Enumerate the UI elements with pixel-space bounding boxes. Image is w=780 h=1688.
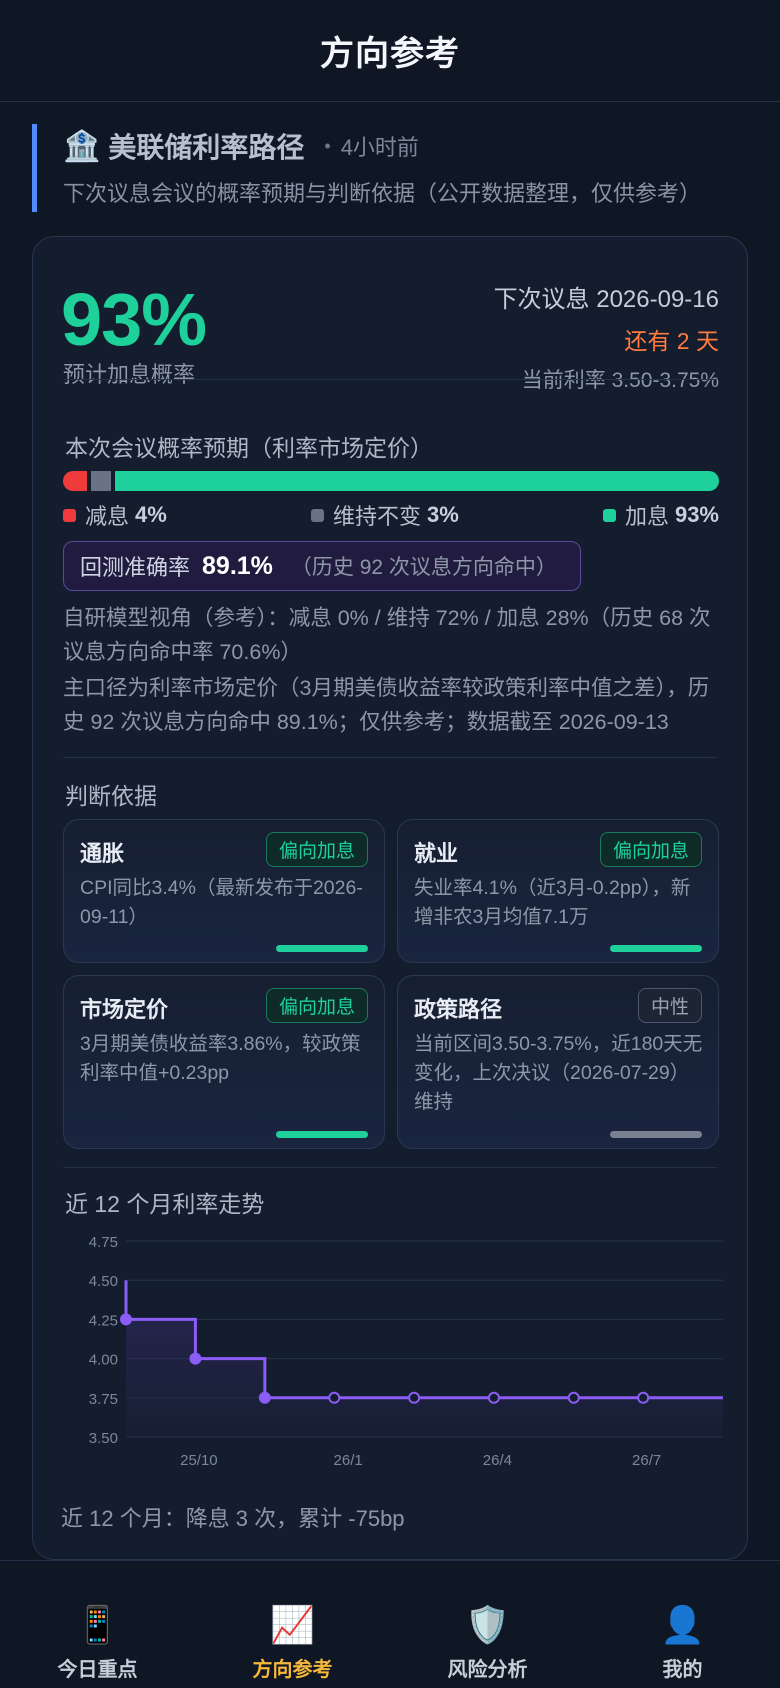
rate-trend-chart: 4.75 4.50 4.25 4.00 3.75 3.50 25/10 26/1 26/4 26… [89, 1234, 723, 1469]
accuracy-value: 89.1% [202, 551, 273, 580]
chart-x-ticks: 25/10 26/1 26/4 26/7 [180, 1452, 661, 1469]
trend-summary: 近 12 个月：降息 3 次，累计 -75bp [61, 1506, 405, 1531]
update-time: 4小时前 [340, 135, 419, 160]
legend-hike-label: 加息 [624, 504, 669, 529]
meeting-countdown: 还有 2 天 [624, 328, 719, 354]
basis-strength-bar [610, 1131, 702, 1138]
probability-title: 本次会议概率预期（利率市场定价） [65, 435, 433, 461]
nav-label: 风险分析 [447, 1659, 528, 1681]
basis-card-title: 就业 [414, 841, 459, 866]
legend-hold: 维持不变 3% [310, 499, 459, 531]
nav-item-profile[interactable]: 👤 我的 [585, 1561, 780, 1688]
hike-segment [115, 471, 719, 491]
basis-card-text: CPI同比3.4%（最新发布于2026-09-11） [80, 877, 363, 928]
basis-tag: 偏向加息 [599, 832, 702, 867]
basis-card-text: 当前区间3.50-3.75%，近180天无变化，上次决议（2026-07-29）… [414, 1033, 703, 1113]
nav-item-direction[interactable]: 📈 方向参考 [195, 1561, 390, 1688]
meeting-info: 下次议息 2026-09-16 还有 2 天 当前利率 3.50-3.75% [494, 279, 719, 394]
data-point [258, 1391, 271, 1404]
divider [63, 1167, 717, 1168]
basis-card-title: 市场定价 [80, 997, 169, 1022]
legend-cut-value: 4% [135, 502, 167, 527]
basis-strength-bar [276, 945, 368, 952]
nav-label: 我的 [662, 1659, 703, 1681]
separator-dot: • [324, 135, 331, 156]
legend-hike: 加息 93% [602, 499, 719, 531]
accuracy-note: （历史 92 次议息方向命中） [290, 556, 557, 579]
cut-swatch [63, 508, 76, 522]
page-title: 方向参考 [320, 35, 460, 73]
basis-card-employment[interactable]: 就业 偏向加息 失业率4.1%（近3月-0.2pp），新增非农3月均值7.1万 [397, 819, 719, 963]
section-title: 美联储利率路径 [108, 132, 305, 163]
accuracy-label: 回测准确率 [80, 555, 191, 580]
method-note: 主口径为利率市场定价（3月期美债收益率较政策利率中值之差），历史 92 次议息方… [63, 676, 710, 734]
basis-card-market-pricing[interactable]: 市场定价 偏向加息 3月期美债收益率3.86%，较政策利率中值+0.23pp [63, 975, 385, 1149]
data-point [637, 1391, 650, 1404]
data-point [328, 1391, 341, 1404]
next-meeting-date: 下次议息 2026-09-16 [493, 286, 719, 313]
hold-swatch [310, 508, 324, 522]
probability-bar [63, 471, 719, 491]
basis-tag: 偏向加息 [265, 832, 368, 867]
x-tick-label: 26/1 [334, 1452, 363, 1469]
basis-tag: 中性 [637, 988, 702, 1023]
data-point [189, 1352, 202, 1365]
data-point [487, 1391, 500, 1404]
x-tick-label: 25/10 [180, 1452, 218, 1469]
data-point [120, 1313, 132, 1326]
basis-card-title: 政策路径 [414, 997, 503, 1022]
y-tick-label: 4.00 [89, 1352, 118, 1369]
y-tick-label: 4.50 [89, 1273, 118, 1290]
y-tick-label: 3.75 [89, 1391, 118, 1408]
basis-card-policy-path[interactable]: 政策路径 中性 当前区间3.50-3.75%，近180天无变化，上次决议（202… [397, 975, 719, 1149]
fed-rate-card: 93% 预计加息概率 下次议息 2026-09-16 还有 2 天 当前利率 3… [32, 236, 748, 1560]
legend-cut: 减息 4% [63, 499, 167, 531]
legend-hike-value: 93% [674, 502, 719, 527]
basis-tag: 偏向加息 [265, 988, 368, 1023]
hike-probability-label: 预计加息概率 [63, 362, 196, 387]
basis-card-title: 通胀 [80, 841, 125, 866]
top-bar: 方向参考 [0, 0, 780, 102]
basis-title: 判断依据 [65, 783, 157, 809]
hike-probability: 93% [61, 278, 207, 361]
basis-strength-bar [610, 945, 702, 952]
x-tick-label: 26/4 [483, 1452, 512, 1469]
basis-card-text: 3月期美债收益率3.86%，较政策利率中值+0.23pp [80, 1033, 361, 1084]
nav-item-risk[interactable]: 🛡️ 风险分析 [390, 1561, 585, 1688]
legend-hold-value: 3% [426, 502, 459, 527]
cut-segment [63, 471, 87, 491]
user-icon: 👤 [660, 1604, 705, 1645]
legend-hold-label: 维持不变 [332, 504, 421, 529]
legend-cut-label: 减息 [85, 504, 130, 529]
data-point [408, 1391, 421, 1404]
y-tick-label: 4.25 [89, 1312, 118, 1329]
phone-icon: 📱 [75, 1604, 120, 1645]
basis-strength-bar [276, 1131, 368, 1138]
bank-icon: 🏦 [63, 129, 101, 163]
y-tick-label: 3.50 [89, 1430, 118, 1447]
section-header: 🏦 美联储利率路径 • 4小时前 下次议息会议的概率预期与判断依据（公开数据整理… [32, 124, 744, 212]
hold-segment [91, 471, 111, 491]
divider [63, 379, 717, 380]
basis-card-text: 失业率4.1%（近3月-0.2pp），新增非农3月均值7.1万 [414, 877, 691, 928]
nav-item-today[interactable]: 📱 今日重点 [0, 1561, 195, 1688]
divider [63, 757, 717, 758]
y-tick-label: 4.75 [89, 1234, 118, 1251]
nav-label: 今日重点 [57, 1659, 138, 1681]
trend-title: 近 12 个月利率走势 [65, 1191, 265, 1217]
hike-swatch [602, 508, 616, 522]
model-note: 自研模型视角（参考）：减息 0% / 维持 72% / 加息 28%（历史 68… [63, 606, 711, 664]
bottom-nav: 📱 今日重点 📈 方向参考 🛡️ 风险分析 👤 我的 [0, 1560, 780, 1688]
nav-label: 方向参考 [252, 1659, 333, 1681]
section-subtitle: 下次议息会议的概率预期与判断依据（公开数据整理，仅供参考） [63, 181, 702, 206]
shield-icon: 🛡️ [465, 1604, 510, 1645]
trend-chart-icon: 📈 [270, 1604, 315, 1645]
backtest-accuracy-badge: 回测准确率 89.1% （历史 92 次议息方向命中） [63, 541, 581, 591]
basis-card-inflation[interactable]: 通胀 偏向加息 CPI同比3.4%（最新发布于2026-09-11） [63, 819, 385, 963]
data-point [567, 1391, 580, 1404]
probability-legend: 减息 4% 维持不变 3% 加息 93% [63, 499, 719, 531]
x-tick-label: 26/7 [632, 1452, 661, 1469]
